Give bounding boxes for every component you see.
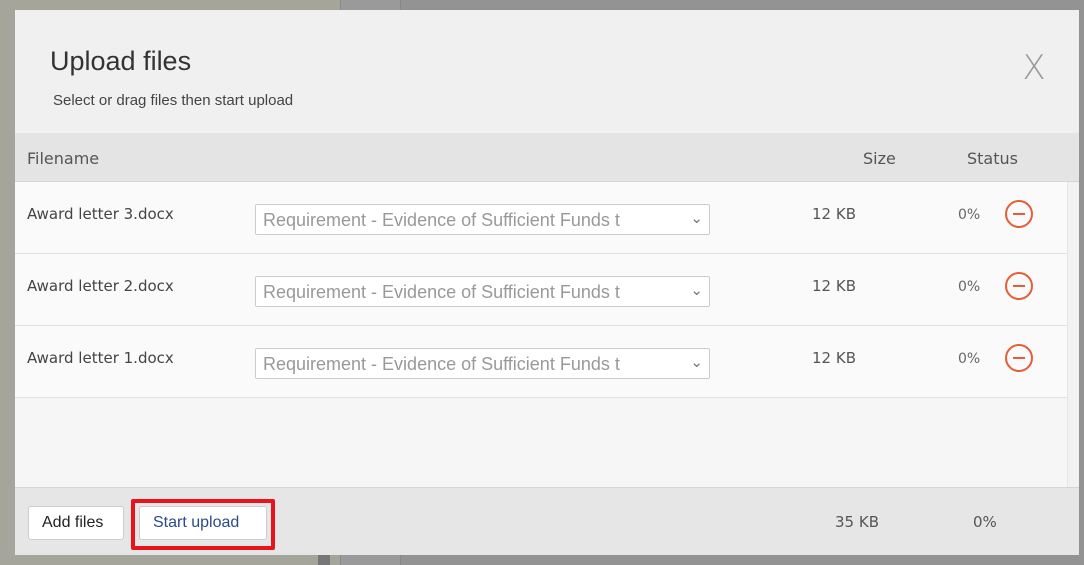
total-progress: 0%: [973, 513, 997, 531]
category-select[interactable]: Requirement - Evidence of Sufficient Fun…: [255, 348, 710, 379]
file-name: Award letter 1.docx: [27, 349, 174, 367]
chevron-down-icon: ⌄: [690, 353, 703, 371]
dialog-title: Upload files: [50, 46, 192, 76]
file-progress: 0%: [958, 207, 981, 223]
file-name: Award letter 2.docx: [27, 277, 174, 295]
close-icon[interactable]: X: [1016, 48, 1052, 88]
category-select-value: Requirement - Evidence of Sufficient Fun…: [263, 282, 620, 302]
column-header-size: Size: [863, 149, 896, 168]
table-row: Award letter 2.docx Requirement - Eviden…: [15, 254, 1067, 326]
table-row: Award letter 1.docx Requirement - Eviden…: [15, 326, 1067, 398]
file-progress: 0%: [958, 351, 981, 367]
minus-circle-icon[interactable]: [1005, 272, 1033, 300]
chevron-down-icon: ⌄: [690, 209, 703, 227]
minus-circle-icon[interactable]: [1005, 200, 1033, 228]
file-progress: 0%: [958, 279, 981, 295]
file-size: 12 KB: [812, 205, 856, 223]
total-size: 35 KB: [835, 513, 879, 531]
list-scrollbar[interactable]: [1067, 182, 1079, 487]
file-list: Award letter 3.docx Requirement - Eviden…: [15, 182, 1067, 487]
minus-circle-icon[interactable]: [1005, 344, 1033, 372]
category-select[interactable]: Requirement - Evidence of Sufficient Fun…: [255, 276, 710, 307]
upload-files-dialog: Upload files Select or drag files then s…: [15, 10, 1079, 555]
file-name: Award letter 3.docx: [27, 205, 174, 223]
column-header-status: Status: [967, 149, 1018, 168]
category-select[interactable]: Requirement - Evidence of Sufficient Fun…: [255, 204, 710, 235]
table-header: Filename Size Status: [15, 133, 1079, 182]
dialog-subtitle: Select or drag files then start upload: [53, 92, 294, 109]
table-row: Award letter 3.docx Requirement - Eviden…: [15, 182, 1067, 254]
category-select-value: Requirement - Evidence of Sufficient Fun…: [263, 210, 620, 230]
dialog-footer: Add files Start upload 35 KB 0%: [15, 487, 1079, 555]
add-files-button[interactable]: Add files: [28, 506, 124, 540]
start-upload-button[interactable]: Start upload: [139, 506, 267, 540]
file-size: 12 KB: [812, 349, 856, 367]
file-size: 12 KB: [812, 277, 856, 295]
dialog-header: Upload files Select or drag files then s…: [15, 10, 1079, 133]
column-header-filename: Filename: [27, 149, 100, 168]
chevron-down-icon: ⌄: [690, 281, 703, 299]
category-select-value: Requirement - Evidence of Sufficient Fun…: [263, 354, 620, 374]
